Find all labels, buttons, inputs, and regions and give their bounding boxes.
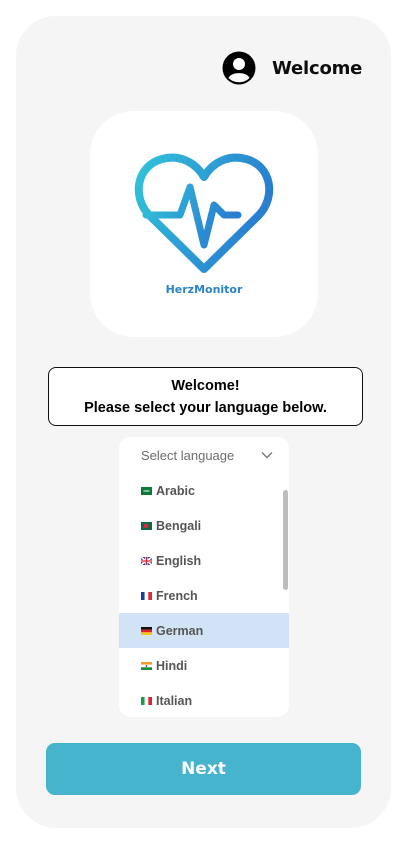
language-option-label: Hindi [156,658,188,673]
flag-sa-icon [141,486,152,495]
welcome-message-line1: Welcome! [171,377,240,394]
language-option-german[interactable]: German [119,613,289,648]
header: Welcome [222,50,362,86]
welcome-message-line2: Please select your language below. [84,399,327,416]
language-option-label: English [156,553,202,568]
header-title: Welcome [272,57,363,79]
dropdown-scrollbar[interactable] [283,490,288,590]
flag-de-icon [141,626,152,635]
language-option-label: Italian [156,693,193,708]
flag-it-icon [141,696,152,705]
language-option-label: Arabic [156,483,195,498]
flag-bd-icon [141,521,152,530]
brand-name: HerzMonitor [165,283,243,296]
language-option-english[interactable]: English [119,543,289,578]
language-select-header[interactable]: Select language [119,437,289,473]
app-screen: Welcome HerzMonitor Welcome! Please sele… [16,16,391,828]
user-circle-icon[interactable] [222,51,256,85]
next-button[interactable]: Next [46,743,361,795]
language-option-italian[interactable]: Italian [119,683,289,717]
language-option-bengali[interactable]: Bengali [119,508,289,543]
flag-fr-icon [141,591,152,600]
app-logo-card: HerzMonitor [90,111,318,337]
chevron-down-icon[interactable] [261,451,273,459]
flag-in-icon [141,661,152,670]
flag-gb-icon [141,556,152,565]
language-select[interactable]: Select language Arabic Bengali English F… [119,437,289,717]
language-option-french[interactable]: French [119,578,289,613]
language-option-label: French [156,588,198,603]
language-option-hindi[interactable]: Hindi [119,648,289,683]
language-option-label: Bengali [156,518,202,533]
language-select-placeholder: Select language [141,447,235,463]
welcome-message-box: Welcome! Please select your language bel… [48,367,363,426]
language-option-arabic[interactable]: Arabic [119,473,289,508]
heart-pulse-icon [134,153,274,273]
language-option-label: German [156,623,204,638]
